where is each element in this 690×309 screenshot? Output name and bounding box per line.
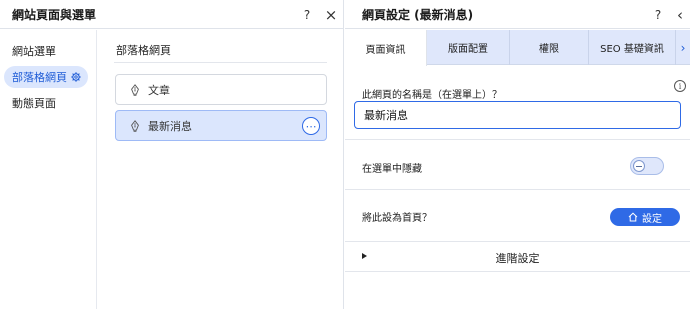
site-pages-title: 網站頁面與選單 <box>12 7 97 22</box>
site-pages-header: 網站頁面與選單 ? × <box>0 0 343 29</box>
set-homepage-button-label: 設定 <box>642 213 662 225</box>
tab-page-info[interactable]: 頁面資訊 <box>345 30 427 66</box>
nav-item-blog-pages[interactable]: 部落格網頁 <box>4 66 88 88</box>
tab-seo-basics[interactable]: SEO 基礎資訊 <box>589 30 676 65</box>
site-pages-header-actions: ? × <box>295 0 343 29</box>
pen-nib-icon <box>131 119 139 132</box>
section-title: 部落格網頁 <box>116 44 171 57</box>
page-settings-title: 網頁設定 (最新消息) <box>362 7 474 22</box>
tab-label: 權限 <box>539 44 559 55</box>
pages-nav: 網站選單 部落格網頁 動態頁面 <box>0 30 97 309</box>
hide-in-menu-label: 在選單中隱藏 <box>362 164 422 175</box>
nav-item-site-menu[interactable]: 網站選單 <box>4 40 56 62</box>
hide-in-menu-toggle[interactable] <box>630 157 664 175</box>
page-item-latest-news[interactable]: 最新消息 ⋯ <box>115 110 327 141</box>
nav-item-dynamic-pages[interactable]: 動態頁面 <box>4 92 56 114</box>
tab-label: SEO 基礎資訊 <box>600 44 664 55</box>
info-icon[interactable]: i <box>674 80 686 92</box>
page-name-label: 此網頁的名稱是（在選單上）？ <box>362 90 502 101</box>
page-item-label: 最新消息 <box>148 119 192 133</box>
page-settings-header-actions: ? ‹ <box>646 0 690 29</box>
tabs-scroll-right-icon[interactable]: › <box>676 30 690 65</box>
nav-item-label: 動態頁面 <box>12 97 56 110</box>
set-homepage-label: 將此設為首頁？ <box>362 213 432 224</box>
divider <box>114 62 327 63</box>
divider <box>345 271 690 272</box>
page-item-label: 文章 <box>148 83 170 97</box>
site-pages-panel: 網站頁面與選單 ? × 網站選單 部落格網頁 動態頁面 部落格網頁 文章 最新消… <box>0 0 344 309</box>
divider <box>345 241 690 242</box>
settings-tabs: 頁面資訊 版面配置 權限 SEO 基礎資訊 › <box>345 30 690 66</box>
advanced-settings-toggle[interactable]: 進階設定 <box>345 244 690 271</box>
nav-item-label: 部落格網頁 <box>12 71 67 84</box>
home-icon <box>628 212 638 222</box>
back-icon[interactable]: ‹ <box>670 6 690 24</box>
tab-label: 版面配置 <box>448 44 488 55</box>
divider <box>345 139 690 140</box>
page-item-articles[interactable]: 文章 <box>115 74 327 105</box>
divider <box>345 189 690 190</box>
gear-icon[interactable] <box>71 72 81 82</box>
tab-label: 頁面資訊 <box>365 44 406 56</box>
advanced-settings-label: 進階設定 <box>495 252 540 265</box>
page-settings-panel: 網頁設定 (最新消息) ? ‹ 頁面資訊 版面配置 權限 SEO 基礎資訊 › … <box>345 0 690 309</box>
more-actions-button[interactable]: ⋯ <box>302 117 320 135</box>
blog-pages-list: 部落格網頁 文章 最新消息 ⋯ <box>98 30 343 309</box>
help-icon[interactable]: ? <box>646 8 670 22</box>
page-settings-header: 網頁設定 (最新消息) ? ‹ <box>345 0 690 29</box>
app-root: 網站頁面與選單 ? × 網站選單 部落格網頁 動態頁面 部落格網頁 文章 最新消… <box>0 0 690 309</box>
page-name-input[interactable] <box>354 101 681 129</box>
nav-item-label: 網站選單 <box>12 45 56 58</box>
set-homepage-button[interactable]: 設定 <box>610 208 680 226</box>
close-icon[interactable]: × <box>319 6 343 24</box>
help-icon[interactable]: ? <box>295 8 319 22</box>
toggle-knob <box>633 160 645 172</box>
tab-layout[interactable]: 版面配置 <box>427 30 510 65</box>
tab-permissions[interactable]: 權限 <box>510 30 589 65</box>
pen-nib-icon <box>131 83 139 96</box>
